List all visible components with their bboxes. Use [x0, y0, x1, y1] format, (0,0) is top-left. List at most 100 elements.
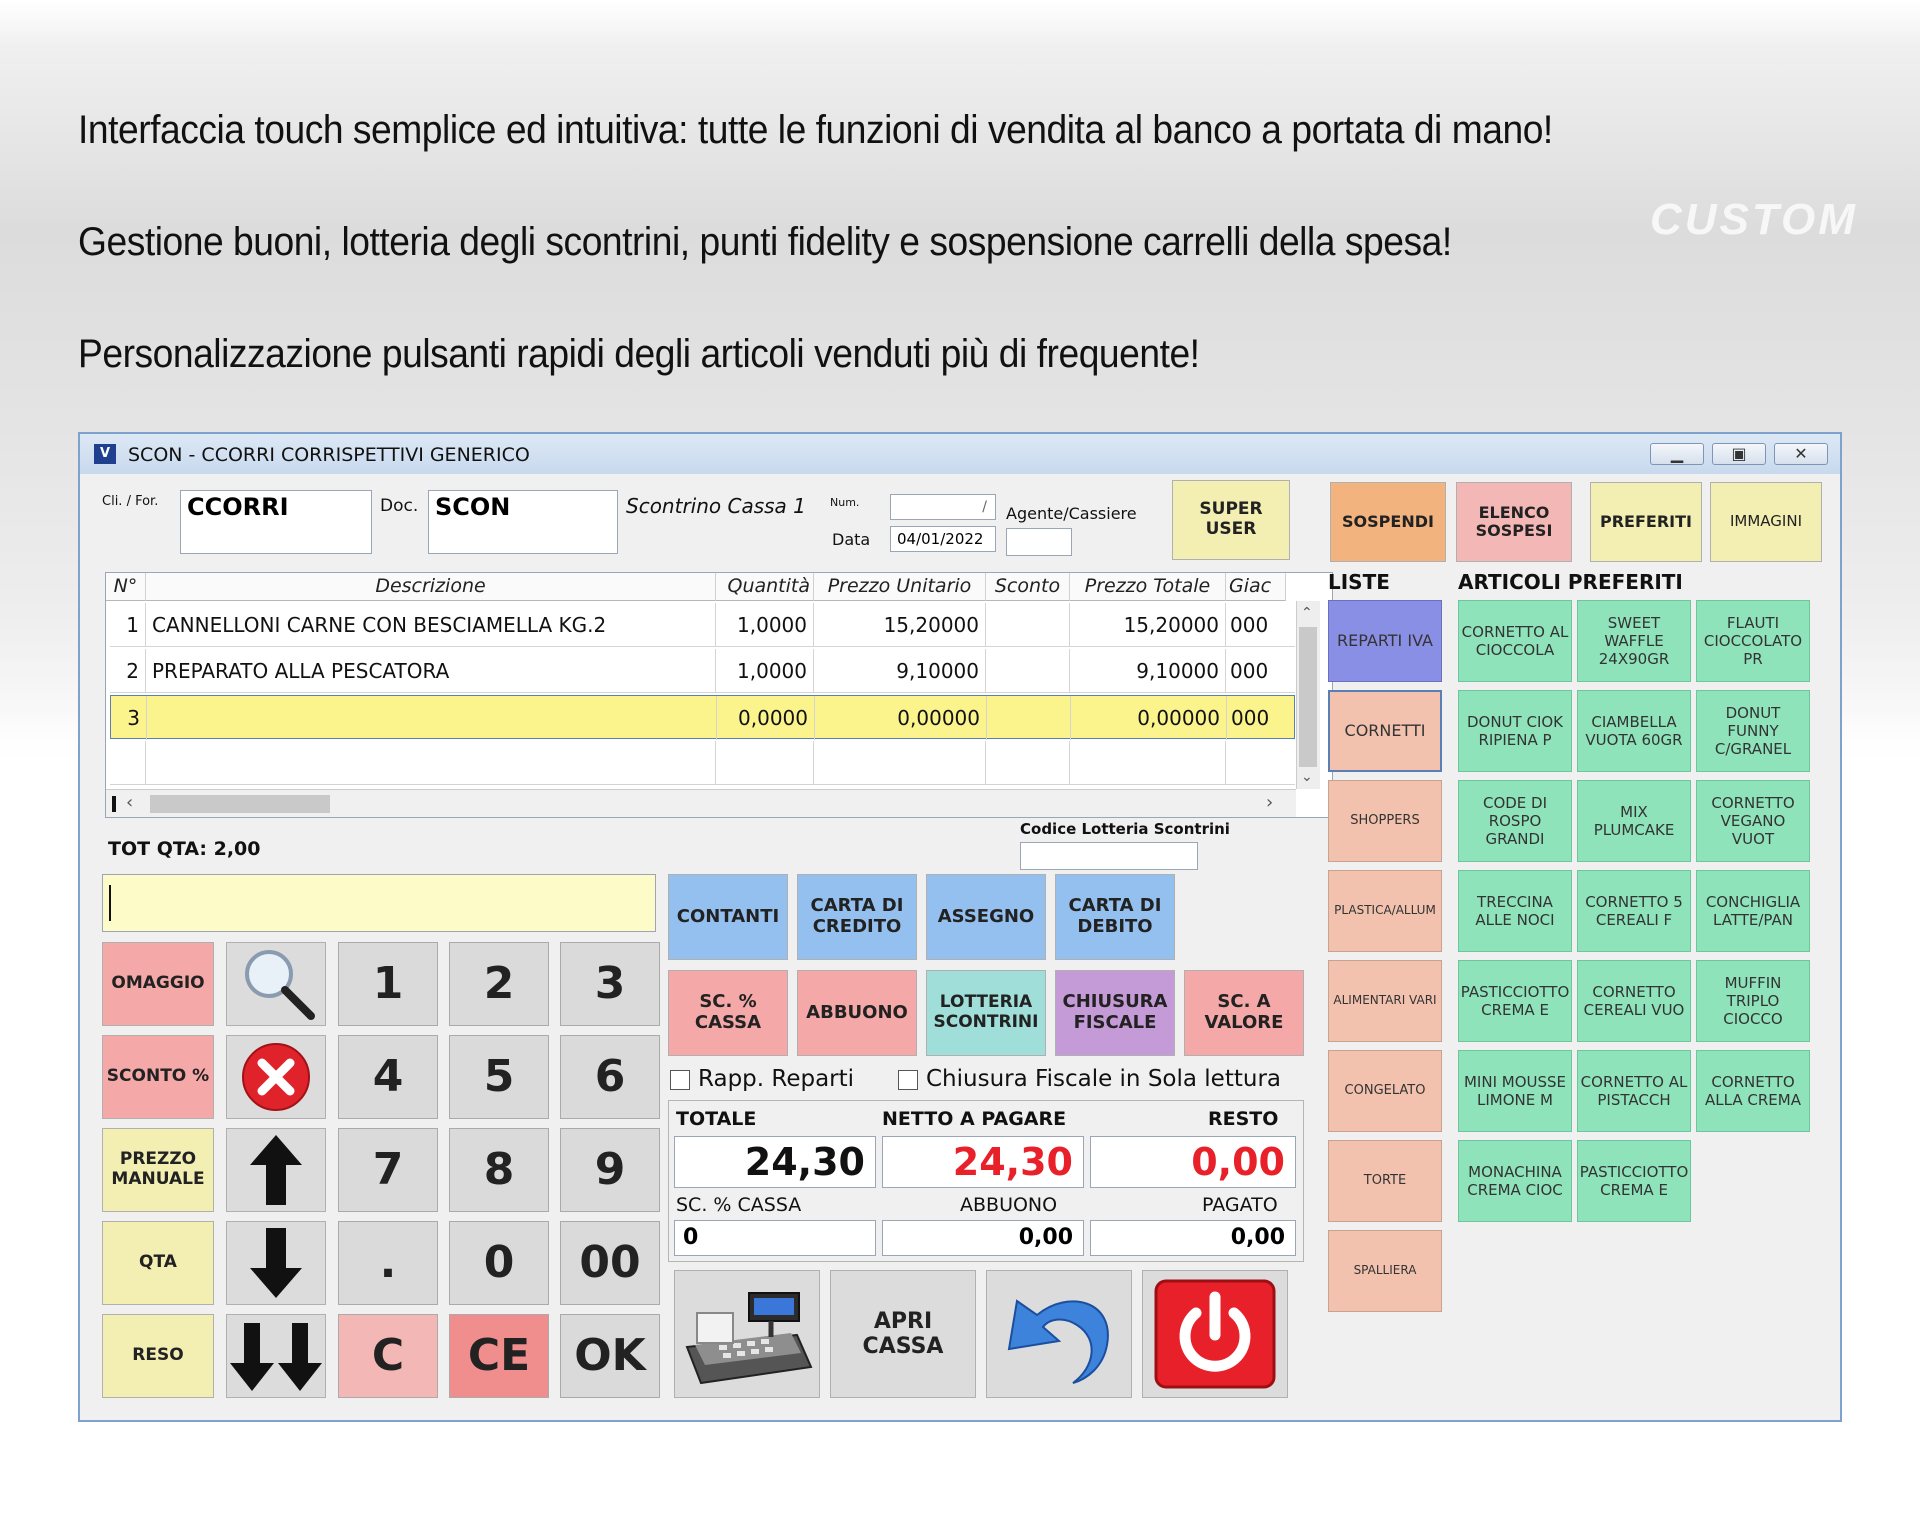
fav-muffin-triplo[interactable]: MUFFIN TRIPLO CIOCCO — [1696, 960, 1810, 1042]
lottery-code-field[interactable] — [1020, 842, 1198, 870]
carta-credito-button[interactable]: CARTA DI CREDITO — [797, 874, 917, 960]
fav-conchiglia[interactable]: CONCHIGLIA LATTE/PAN — [1696, 870, 1810, 952]
lista-plastica-allum[interactable]: PLASTICA/ALLUM — [1328, 870, 1442, 952]
horizontal-scroll-thumb[interactable] — [150, 795, 330, 813]
fav-donut-funny[interactable]: DONUT FUNNY C/GRANEL — [1696, 690, 1810, 772]
key-9[interactable]: 9 — [560, 1128, 660, 1212]
scroll-up-icon[interactable]: ⌃ — [1301, 605, 1313, 621]
omaggio-button[interactable]: OMAGGIO — [102, 942, 214, 1026]
scroll-left-icon[interactable]: ‹ — [126, 792, 133, 813]
fav-ciambella-vuota[interactable]: CIAMBELLA VUOTA 60GR — [1577, 690, 1691, 772]
lista-congelato[interactable]: CONGELATO — [1328, 1050, 1442, 1132]
cli-field[interactable]: CCORRI — [180, 490, 372, 554]
key-2[interactable]: 2 — [449, 942, 549, 1026]
delete-row-button[interactable] — [226, 1035, 326, 1119]
fav-cornetto-pistacchio[interactable]: CORNETTO AL PISTACCH — [1577, 1050, 1691, 1132]
key-ce[interactable]: CE — [449, 1314, 549, 1398]
fav-donut-ciok[interactable]: DONUT CIOK RIPIENA P — [1458, 690, 1572, 772]
sc-valore-button[interactable]: SC. A VALORE — [1184, 970, 1304, 1056]
key-5[interactable]: 5 — [449, 1035, 549, 1119]
key-0[interactable]: 0 — [449, 1221, 549, 1305]
sconto-button[interactable]: SCONTO % — [102, 1035, 214, 1119]
elenco-sospesi-button[interactable]: ELENCO SOSPESI — [1456, 482, 1572, 562]
lista-shoppers[interactable]: SHOPPERS — [1328, 780, 1442, 862]
immagini-button[interactable]: IMMAGINI — [1710, 482, 1822, 562]
carta-debito-button[interactable]: CARTA DI DEBITO — [1055, 874, 1175, 960]
row-description: PREPARATO ALLA PESCATORA — [146, 649, 716, 693]
key-4[interactable]: 4 — [338, 1035, 438, 1119]
num-field[interactable]: / — [890, 494, 996, 520]
fav-cornetto-vegano[interactable]: CORNETTO VEGANO VUOT — [1696, 780, 1810, 862]
key-c[interactable]: C — [338, 1314, 438, 1398]
lista-reparti-iva[interactable]: REPARTI IVA — [1328, 600, 1442, 682]
key-00[interactable]: 00 — [560, 1221, 660, 1305]
fav-treccina-noci[interactable]: TRECCINA ALLE NOCI — [1458, 870, 1572, 952]
fav-sweet-waffle[interactable]: SWEET WAFFLE 24X90GR — [1577, 600, 1691, 682]
power-off-button[interactable] — [1142, 1270, 1288, 1398]
key-1[interactable]: 1 — [338, 942, 438, 1026]
close-button[interactable]: ✕ — [1774, 443, 1828, 465]
maximize-button[interactable]: ▣ — [1712, 443, 1766, 465]
fav-flauti-cioccolato[interactable]: FLAUTI CIOCCOLATO PR — [1696, 600, 1810, 682]
sc-cassa-button[interactable]: SC. % CASSA — [668, 970, 788, 1056]
table-row[interactable]: 1 CANNELLONI CARNE CON BESCIAMELLA KG.2 … — [110, 603, 1295, 647]
chiusura-sola-lettura-checkbox[interactable] — [898, 1070, 918, 1090]
qta-button[interactable]: QTA — [102, 1221, 214, 1305]
prezzo-manuale-button[interactable]: PREZZO MANUALE — [102, 1128, 214, 1212]
reso-button[interactable]: RESO — [102, 1314, 214, 1398]
lotteria-scontrini-button[interactable]: LOTTERIA SCONTRINI — [926, 970, 1046, 1056]
barcode-input[interactable] — [102, 874, 656, 932]
lista-torte[interactable]: TORTE — [1328, 1140, 1442, 1222]
key-3[interactable]: 3 — [560, 942, 660, 1026]
arrow-down-button[interactable] — [226, 1221, 326, 1305]
table-row[interactable] — [110, 741, 1295, 785]
fav-mini-mousse[interactable]: MINI MOUSSE LIMONE M — [1458, 1050, 1572, 1132]
key-8[interactable]: 8 — [449, 1128, 549, 1212]
contanti-button[interactable]: CONTANTI — [668, 874, 788, 960]
lista-alimentari-vari[interactable]: ALIMENTARI VARI — [1328, 960, 1442, 1042]
fav-cornetto-al-cioccola[interactable]: CORNETTO AL CIOCCOLA — [1458, 600, 1572, 682]
assegno-button[interactable]: ASSEGNO — [926, 874, 1046, 960]
pagato-field[interactable]: 0,00 — [1090, 1220, 1296, 1256]
scroll-down-icon[interactable]: ⌄ — [1301, 769, 1313, 785]
double-arrow-down-button[interactable] — [226, 1314, 326, 1398]
agent-field[interactable] — [1006, 528, 1072, 556]
key-decimal[interactable]: . — [338, 1221, 438, 1305]
key-7[interactable]: 7 — [338, 1128, 438, 1212]
fav-cornetto-cereali[interactable]: CORNETTO CEREALI VUO — [1577, 960, 1691, 1042]
row-total — [1070, 741, 1226, 785]
key-6[interactable]: 6 — [560, 1035, 660, 1119]
cash-register-button[interactable] — [674, 1270, 820, 1398]
horizontal-scrollbar[interactable]: ‹ › — [106, 789, 1296, 817]
minimize-button[interactable]: ▁ — [1650, 443, 1704, 465]
key-ok[interactable]: OK — [560, 1314, 660, 1398]
fav-mix-plumcake[interactable]: MIX PLUMCAKE — [1577, 780, 1691, 862]
fav-pasticciotto-crema-2[interactable]: PASTICCIOTTO CREMA E — [1577, 1140, 1691, 1222]
fav-monachina[interactable]: MONACHINA CREMA CIOC — [1458, 1140, 1572, 1222]
apri-cassa-button[interactable]: APRI CASSA — [830, 1270, 976, 1398]
fav-pasticciotto-crema[interactable]: PASTICCIOTTO CREMA E — [1458, 960, 1572, 1042]
fav-cornetto-5-cereali[interactable]: CORNETTO 5 CEREALI F — [1577, 870, 1691, 952]
chiusura-fiscale-button[interactable]: CHIUSURA FISCALE — [1055, 970, 1175, 1056]
table-row-selected[interactable]: 3 0,0000 0,00000 0,00000 000 — [110, 695, 1295, 740]
abbuono-button[interactable]: ABBUONO — [797, 970, 917, 1056]
lista-cornetti[interactable]: CORNETTI — [1328, 690, 1442, 772]
rapp-reparti-checkbox[interactable] — [670, 1070, 690, 1090]
sc-cassa-field[interactable]: 0 — [674, 1220, 876, 1256]
vertical-scrollbar[interactable]: ⌃ ⌄ — [1296, 601, 1320, 789]
fav-cornetto-crema[interactable]: CORNETTO ALLA CREMA — [1696, 1050, 1810, 1132]
table-row[interactable]: 2 PREPARATO ALLA PESCATORA 1,0000 9,1000… — [110, 649, 1295, 693]
fav-code-di-rospo[interactable]: CODE DI ROSPO GRANDI — [1458, 780, 1572, 862]
abbuono-field[interactable]: 0,00 — [882, 1220, 1084, 1256]
preferiti-button[interactable]: PREFERITI — [1590, 482, 1702, 562]
vertical-scroll-thumb[interactable] — [1299, 627, 1317, 767]
lista-spalliera[interactable]: SPALLIERA — [1328, 1230, 1442, 1312]
undo-button[interactable] — [986, 1270, 1132, 1398]
search-button[interactable] — [226, 942, 326, 1026]
sospendi-button[interactable]: SOSPENDI — [1330, 482, 1446, 562]
date-field[interactable]: 04/01/2022 — [890, 526, 996, 552]
super-user-button[interactable]: SUPER USER — [1172, 480, 1290, 560]
scroll-right-icon[interactable]: › — [1266, 792, 1273, 813]
arrow-up-button[interactable] — [226, 1128, 326, 1212]
doc-field[interactable]: SCON — [428, 490, 618, 554]
